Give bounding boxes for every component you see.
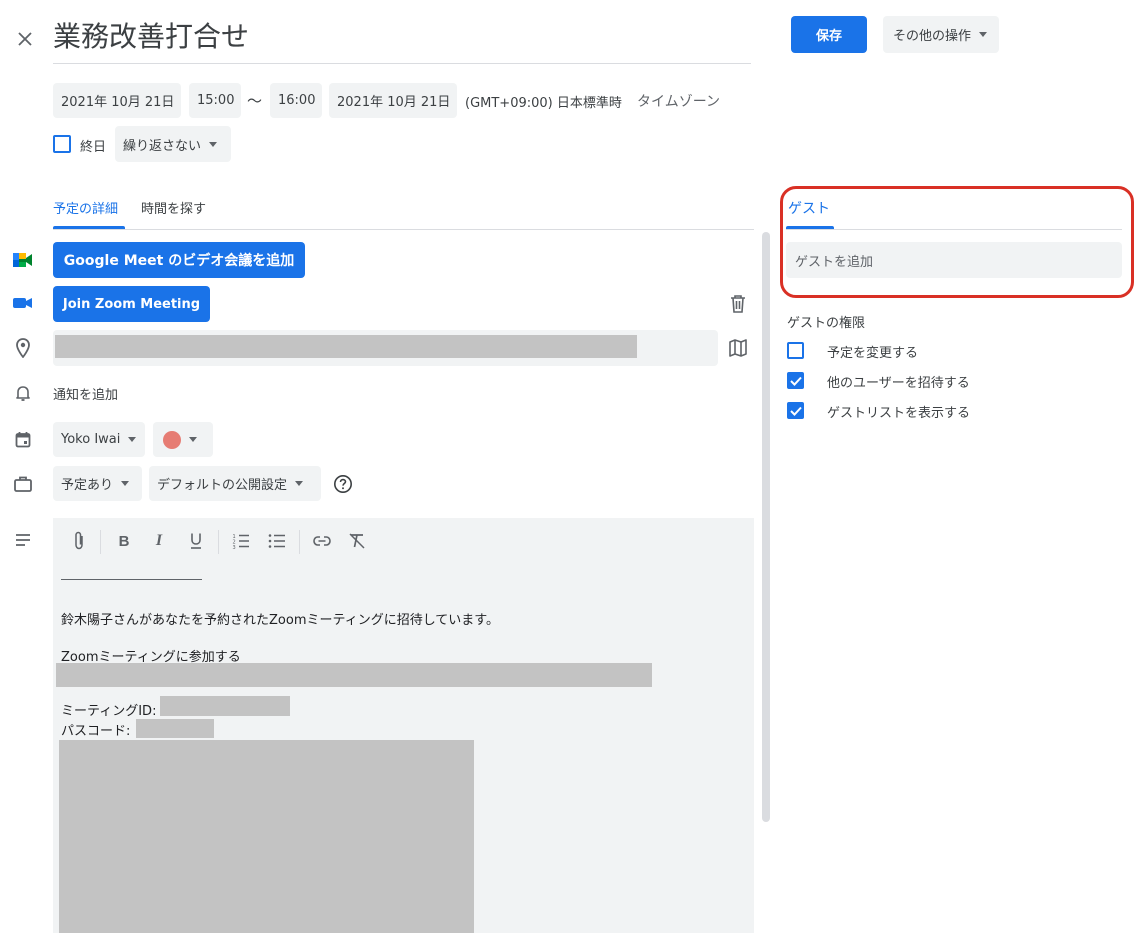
start-date-field[interactable]: 2021年 10月 21日 xyxy=(53,83,181,118)
availability-label: 予定あり xyxy=(61,478,114,493)
permission-checkbox-modify[interactable] xyxy=(787,342,804,359)
more-actions-label: その他の操作 xyxy=(893,29,972,44)
save-button[interactable]: 保存 xyxy=(791,16,867,53)
timezone-text: (GMT+09:00) 日本標準時 xyxy=(465,96,622,111)
permission-label-see-guests: ゲストリストを表示する xyxy=(827,406,971,421)
zoom-video-icon xyxy=(13,295,33,311)
guest-permissions-title: ゲストの権限 xyxy=(787,316,866,331)
toolbar-separator xyxy=(100,530,101,554)
map-icon[interactable] xyxy=(726,337,750,359)
permission-label-modify: 予定を変更する xyxy=(827,346,919,361)
visibility-label: デフォルトの公開設定 xyxy=(157,478,288,493)
calendar-icon xyxy=(13,429,33,449)
event-title-input[interactable]: 業務改善打合せ xyxy=(53,18,751,64)
permission-label-invite: 他のユーザーを招待する xyxy=(827,376,970,391)
bold-icon[interactable]: B xyxy=(112,529,136,553)
availability-dropdown[interactable]: 予定あり xyxy=(53,466,142,501)
all-day-checkbox[interactable] xyxy=(53,135,71,153)
chevron-down-icon xyxy=(121,481,130,486)
chevron-down-icon xyxy=(979,32,988,37)
chevron-down-icon xyxy=(128,437,137,442)
color-swatch xyxy=(163,430,181,449)
bell-icon xyxy=(13,383,33,403)
permission-checkbox-invite[interactable] xyxy=(787,372,804,389)
calendar-owner-dropdown[interactable]: Yoko Iwai xyxy=(53,422,145,457)
add-notification-link[interactable]: 通知を追加 xyxy=(53,384,118,403)
redacted-join-url xyxy=(56,663,652,687)
meeting-id-label: ミーティングID: xyxy=(61,704,157,719)
redacted-location xyxy=(55,335,637,358)
event-title: 業務改善打合せ xyxy=(53,20,250,53)
start-time-field[interactable]: 15:00 xyxy=(189,83,241,118)
redacted-meeting-id xyxy=(160,696,290,716)
description-divider-line xyxy=(61,579,202,580)
chevron-down-icon xyxy=(189,437,197,442)
bulleted-list-icon[interactable] xyxy=(265,529,289,553)
google-meet-icon xyxy=(13,251,33,269)
redacted-dial-in-details xyxy=(59,740,474,933)
svg-text:3: 3 xyxy=(233,545,236,549)
trash-icon[interactable] xyxy=(726,292,750,316)
toolbar-separator xyxy=(299,530,300,554)
chevron-down-icon xyxy=(209,141,218,147)
numbered-list-icon[interactable]: 1 2 3 xyxy=(229,529,253,553)
redacted-passcode xyxy=(136,719,214,738)
time-separator: 〜 xyxy=(247,92,263,110)
end-date-field[interactable]: 2021年 10月 21日 xyxy=(329,83,457,118)
toolbar-separator xyxy=(218,530,219,554)
close-icon[interactable] xyxy=(12,26,38,52)
details-scrollbar[interactable] xyxy=(762,232,770,822)
location-pin-icon xyxy=(13,337,33,359)
tab-find-time-label: 時間を探す xyxy=(141,202,207,217)
visibility-dropdown[interactable]: デフォルトの公開設定 xyxy=(149,466,321,501)
attachment-icon[interactable] xyxy=(67,529,91,553)
timezone-link[interactable]: タイムゾーン xyxy=(637,91,720,111)
repeat-dropdown[interactable]: 繰り返さない xyxy=(115,126,231,162)
passcode-label: パスコード: xyxy=(61,724,131,739)
calendar-owner-label: Yoko Iwai xyxy=(61,432,121,447)
repeat-label: 繰り返さない xyxy=(123,138,202,154)
link-icon[interactable] xyxy=(310,529,334,553)
description-icon xyxy=(13,531,33,549)
italic-icon[interactable]: I xyxy=(147,529,171,553)
briefcase-icon xyxy=(13,474,33,494)
event-color-dropdown[interactable] xyxy=(153,422,213,457)
chevron-down-icon xyxy=(295,481,304,486)
guests-highlight-box xyxy=(780,186,1134,298)
more-actions-button[interactable]: その他の操作 xyxy=(883,16,999,53)
zoom-invite-text: 鈴木陽子さんがあなたを予約されたZoomミーティングに招待しています。 xyxy=(61,613,500,628)
all-day-label: 終日 xyxy=(80,140,107,155)
end-time-field[interactable]: 16:00 xyxy=(270,83,322,118)
permission-checkbox-see-guests[interactable] xyxy=(787,402,804,419)
tabs-divider xyxy=(53,229,754,230)
join-zoom-meeting-button[interactable]: Join Zoom Meeting xyxy=(53,286,210,322)
help-icon[interactable] xyxy=(331,472,355,496)
add-google-meet-button[interactable]: Google Meet のビデオ会議を追加 xyxy=(53,242,305,278)
clear-formatting-icon[interactable] xyxy=(345,529,369,553)
tab-find-time[interactable]: 時間を探す xyxy=(141,198,206,230)
tab-event-details-label: 予定の詳細 xyxy=(53,202,119,217)
underline-icon[interactable] xyxy=(184,529,208,553)
